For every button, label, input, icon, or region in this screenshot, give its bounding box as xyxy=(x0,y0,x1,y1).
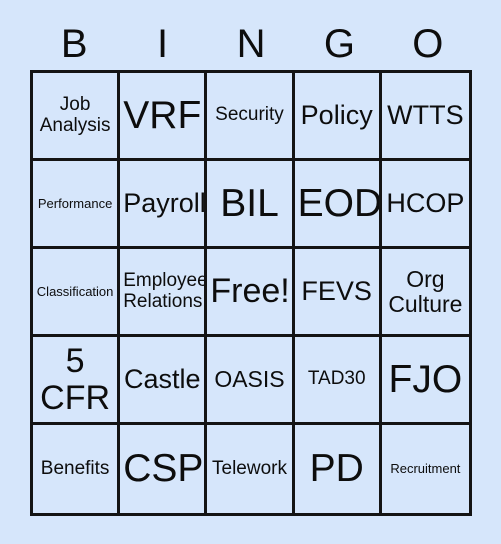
bingo-cell-b2[interactable]: Performance xyxy=(33,161,121,249)
bingo-cell-label: Castle xyxy=(124,364,201,395)
bingo-grid: Job Analysis VRF Security Policy WTTS Pe… xyxy=(30,70,472,516)
bingo-cell-label: BIL xyxy=(220,181,279,225)
bingo-cell-label: 5 CFR xyxy=(40,342,111,417)
bingo-cell-n4[interactable]: OASIS xyxy=(207,337,295,425)
bingo-cell-o5[interactable]: Recruitment xyxy=(381,425,469,513)
bingo-cell-b3[interactable]: Classification xyxy=(33,249,121,337)
bingo-cell-b1[interactable]: Job Analysis xyxy=(33,73,121,161)
bingo-cell-free-space[interactable]: Free! xyxy=(207,249,295,337)
bingo-cell-label: PD xyxy=(309,447,364,491)
bingo-cell-label: EOD xyxy=(297,181,382,225)
bingo-cell-label: Performance xyxy=(37,195,113,211)
bingo-cell-label: Payroll xyxy=(123,188,206,219)
bingo-cell-o3[interactable]: Org Culture xyxy=(381,249,469,337)
bingo-cell-label: TAD30 xyxy=(307,368,366,390)
bingo-cell-label: Org Culture xyxy=(388,266,463,317)
bingo-cell-label: Recruitment xyxy=(390,461,461,477)
bingo-cell-label: VRF xyxy=(123,93,202,137)
bingo-cell-n5[interactable]: Telework xyxy=(207,425,295,513)
bingo-cell-label: Classification xyxy=(36,283,114,299)
bingo-header-letter-o: O xyxy=(412,22,444,66)
bingo-cell-label: HCOP xyxy=(386,188,465,219)
bingo-header-letter-i: I xyxy=(157,22,169,66)
bingo-cell-label: Benefits xyxy=(40,457,110,479)
bingo-cell-b4[interactable]: 5 CFR xyxy=(33,337,121,425)
bingo-header: B I N G O xyxy=(30,20,472,68)
bingo-cell-label: WTTS xyxy=(387,100,464,131)
bingo-cell-g3[interactable]: FEVS xyxy=(294,249,382,337)
bingo-cell-g1[interactable]: Policy xyxy=(294,73,382,161)
bingo-cell-i4[interactable]: Castle xyxy=(120,337,208,425)
bingo-cell-n1[interactable]: Security xyxy=(207,73,295,161)
bingo-cell-o2[interactable]: HCOP xyxy=(381,161,469,249)
bingo-cell-label: Policy xyxy=(300,100,373,131)
bingo-cell-label: FEVS xyxy=(301,276,372,307)
bingo-cell-n2[interactable]: BIL xyxy=(207,161,295,249)
bingo-cell-i1[interactable]: VRF xyxy=(120,73,208,161)
bingo-free-space-label: Free! xyxy=(210,272,290,311)
bingo-cell-label: Telework xyxy=(212,457,287,479)
bingo-card: B I N G O Job Analysis VRF Security Poli… xyxy=(0,0,501,544)
bingo-header-letter-n: N xyxy=(236,22,266,66)
bingo-cell-label: Employee Relations xyxy=(123,270,208,312)
bingo-cell-label: Security xyxy=(215,104,284,126)
bingo-cell-label: OASIS xyxy=(214,366,285,393)
bingo-cell-g2[interactable]: EOD xyxy=(294,161,382,249)
bingo-cell-b5[interactable]: Benefits xyxy=(33,425,121,513)
bingo-cell-g4[interactable]: TAD30 xyxy=(294,337,382,425)
bingo-header-letter-b: B xyxy=(60,22,88,66)
bingo-cell-i3[interactable]: Employee Relations xyxy=(120,249,208,337)
bingo-cell-label: CSP xyxy=(123,447,204,491)
bingo-cell-i5[interactable]: CSP xyxy=(120,425,208,513)
bingo-cell-i2[interactable]: Payroll xyxy=(120,161,208,249)
bingo-cell-label: Job Analysis xyxy=(39,94,111,136)
bingo-header-letter-g: G xyxy=(323,22,355,66)
bingo-cell-o1[interactable]: WTTS xyxy=(381,73,469,161)
bingo-cell-label: FJO xyxy=(388,357,463,401)
bingo-cell-o4[interactable]: FJO xyxy=(381,337,469,425)
bingo-cell-g5[interactable]: PD xyxy=(294,425,382,513)
